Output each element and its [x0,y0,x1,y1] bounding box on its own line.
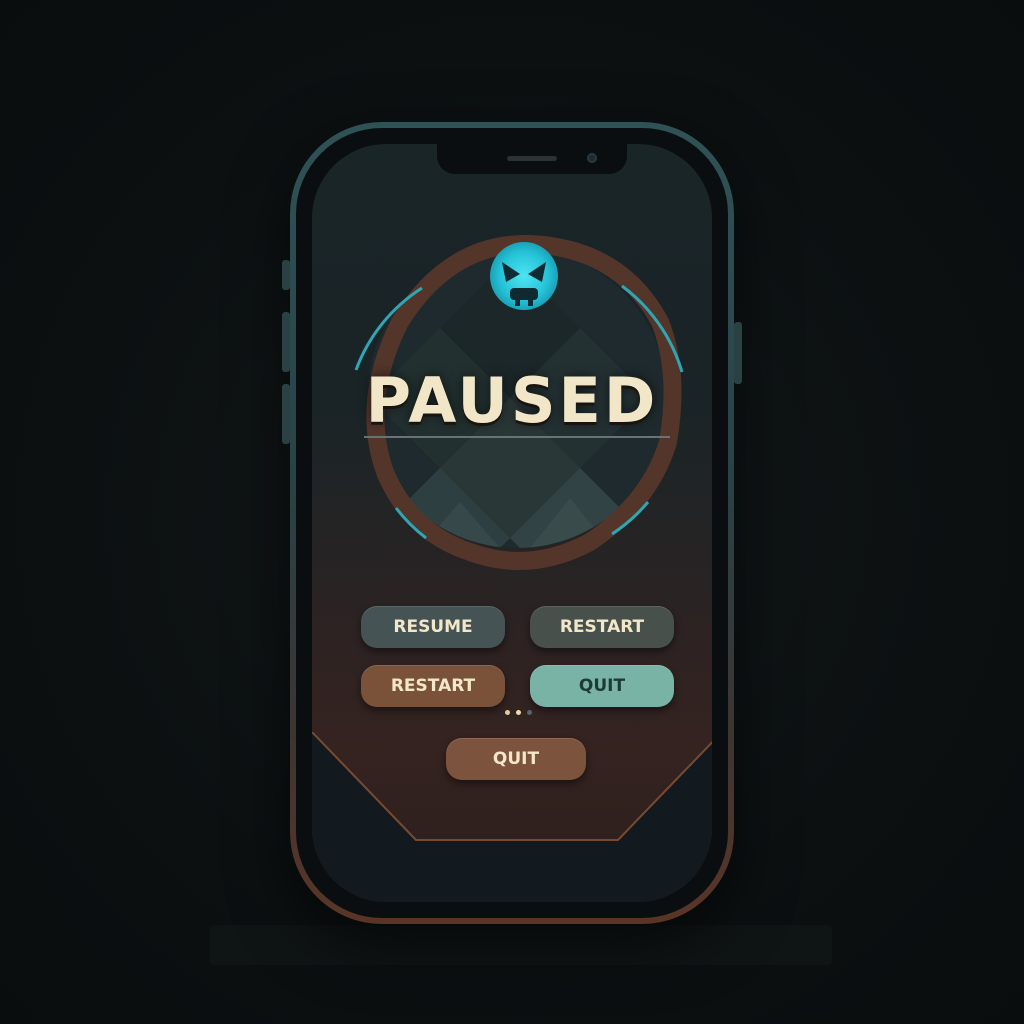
game-stage: PAUSED RESUME RESTART RESTART QUIT QUIT [0,0,1024,1024]
title-divider [364,436,670,438]
phone-frame: PAUSED RESUME RESTART RESTART QUIT QUIT [282,122,742,924]
game-screen: PAUSED RESUME RESTART RESTART QUIT QUIT [312,144,712,902]
quit-button-secondary[interactable]: QUIT [446,738,586,780]
page-title: PAUSED [365,364,659,437]
angry-skull-icon [490,242,558,310]
volume-button [282,384,290,444]
restart-button[interactable]: RESTART [530,606,674,648]
quit-button[interactable]: QUIT [530,665,674,707]
page-dot-active[interactable] [516,710,521,715]
volume-button [282,260,290,290]
volume-button [282,312,290,372]
page-dot[interactable] [505,710,510,715]
camera-icon [587,153,597,163]
page-dot[interactable] [527,710,532,715]
phone-bezel: PAUSED RESUME RESTART RESTART QUIT QUIT [296,128,728,918]
resume-button[interactable]: RESUME [361,606,505,648]
notch [437,144,627,174]
power-button [734,322,742,384]
speaker-grille [507,156,557,161]
restart-button-secondary[interactable]: RESTART [361,665,505,707]
page-indicator [505,710,532,715]
floor-shadow [210,925,832,965]
